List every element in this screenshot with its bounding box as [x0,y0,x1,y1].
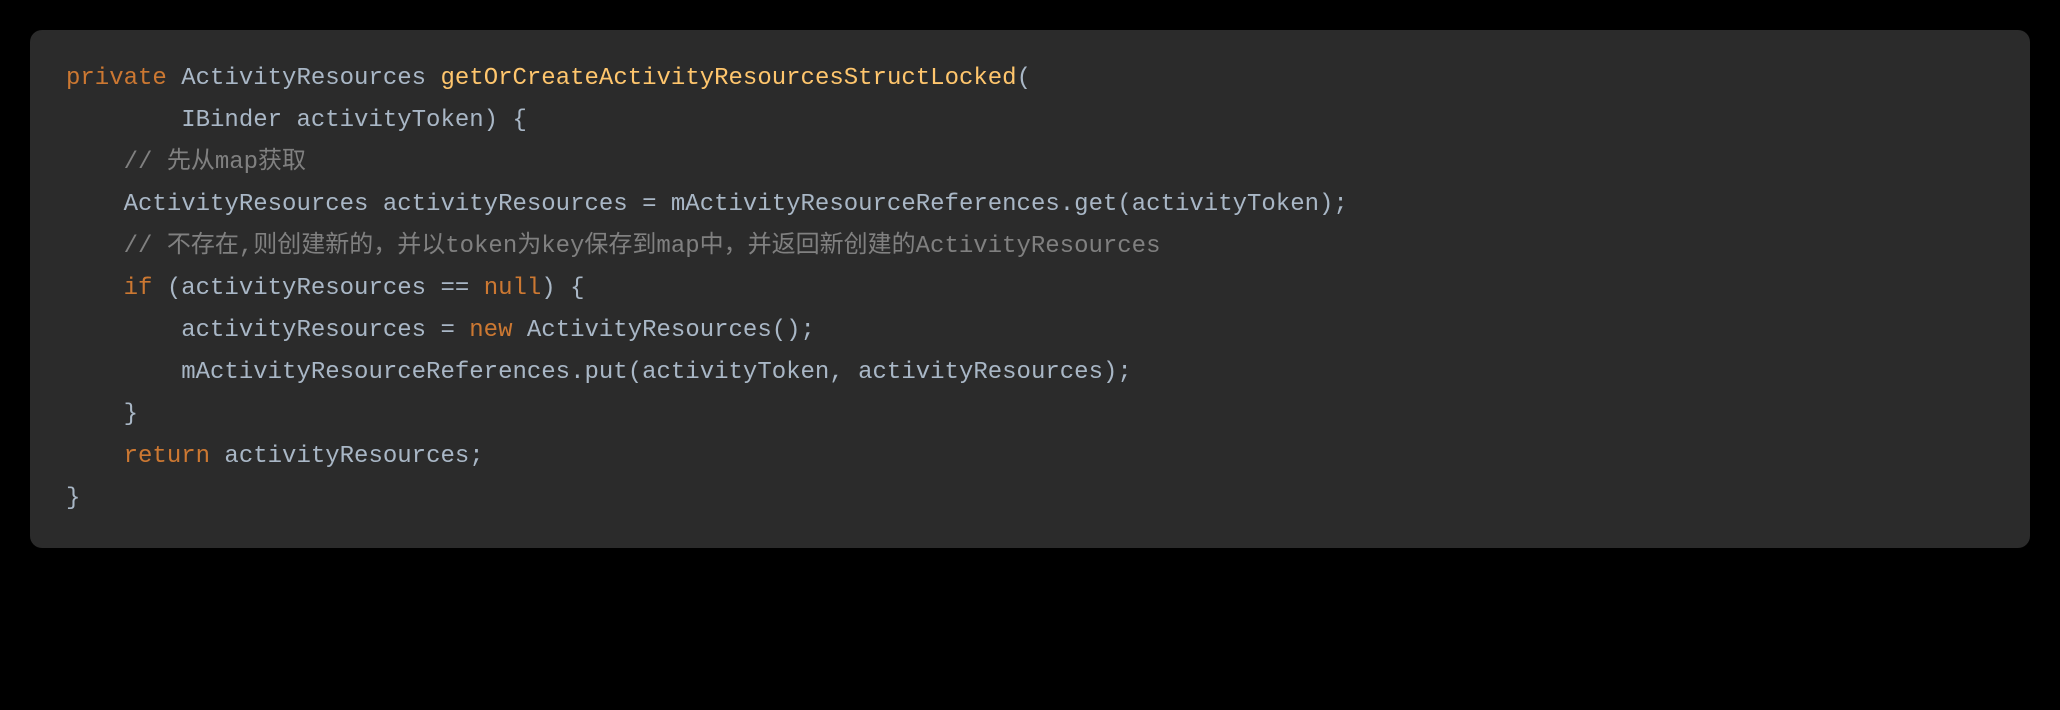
code-line-4: ActivityResources activityResources = mA… [66,184,1994,226]
indent [66,359,181,386]
close-brace-if: } [124,401,138,428]
code-line-2: IBinder activityToken) { [66,100,1994,142]
return-value: activityResources; [210,443,484,470]
indent [66,401,124,428]
open-paren: ( [1017,65,1031,92]
close-brace-method: } [66,485,80,512]
code-line-11: } [66,478,1994,520]
if-condition-2: ) { [541,275,584,302]
keyword-null: null [484,275,542,302]
code-line-3: // 先从map获取 [66,142,1994,184]
comment-1: // 先从map获取 [124,149,306,176]
keyword-new: new [469,317,512,344]
code-line-9: } [66,394,1994,436]
indent [66,191,124,218]
indent [66,233,124,260]
indent [66,317,181,344]
indent [66,275,124,302]
code-block: private ActivityResources getOrCreateAct… [30,30,2030,548]
code-line-6: if (activityResources == null) { [66,268,1994,310]
code-line-8: mActivityResourceReferences.put(activity… [66,352,1994,394]
code-line-10: return activityResources; [66,436,1994,478]
indent [66,443,124,470]
comment-2: // 不存在,则创建新的，并以token为key保存到map中，并返回新创建的A… [124,233,1161,260]
assign-1: activityResources = [181,317,469,344]
statement-put: mActivityResourceReferences.put(activity… [181,359,1132,386]
if-condition-1: (activityResources == [152,275,483,302]
keyword-return: return [124,443,210,470]
assign-2: ActivityResources(); [512,317,814,344]
type-activityresources: ActivityResources [167,65,441,92]
method-name: getOrCreateActivityResourcesStructLocked [440,65,1016,92]
param-decl: IBinder activityToken) { [181,107,527,134]
keyword-private: private [66,65,167,92]
code-line-1: private ActivityResources getOrCreateAct… [66,58,1994,100]
indent [66,107,181,134]
code-line-5: // 不存在,则创建新的，并以token为key保存到map中，并返回新创建的A… [66,226,1994,268]
statement-get: ActivityResources activityResources = mA… [124,191,1348,218]
indent [66,149,124,176]
code-line-7: activityResources = new ActivityResource… [66,310,1994,352]
keyword-if: if [124,275,153,302]
